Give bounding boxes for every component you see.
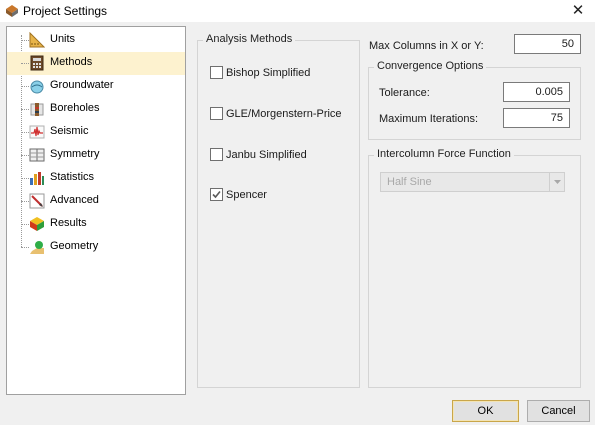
close-icon: ✕ — [571, 2, 585, 19]
symmetry-icon — [29, 148, 45, 162]
title-bar: Project Settings ✕ — [0, 0, 595, 22]
nav-label-geometry: Geometry — [50, 240, 99, 252]
bishop-simplified-checkbox[interactable] — [210, 66, 223, 79]
nav-item-methods[interactable]: Methods — [7, 52, 185, 75]
tolerance-label: Tolerance: — [379, 87, 430, 99]
results-icon — [30, 217, 44, 231]
spencer-label[interactable]: Spencer — [226, 189, 267, 201]
gle-morgenstern-price-label[interactable]: GLE/Morgenstern-Price — [226, 108, 342, 120]
statistics-icon — [30, 172, 44, 185]
janbu-simplified-checkbox[interactable] — [210, 148, 223, 161]
tree-branch — [21, 201, 29, 202]
analysis-methods-group — [197, 40, 360, 388]
max-iterations-input[interactable]: 75 — [503, 108, 570, 128]
tree-branch — [21, 224, 29, 225]
max-columns-input[interactable]: 50 — [514, 34, 581, 54]
units-icon — [29, 32, 45, 48]
nav-item-symmetry[interactable]: Symmetry — [7, 144, 185, 167]
nav-label-advanced: Advanced — [50, 194, 99, 206]
nav-item-seismic[interactable]: Seismic — [7, 121, 185, 144]
nav-item-units[interactable]: Units — [7, 29, 185, 52]
nav-item-advanced[interactable]: Advanced — [7, 190, 185, 213]
nav-label-seismic: Seismic — [50, 125, 89, 137]
app-icon — [6, 5, 18, 17]
nav-label-groundwater: Groundwater — [50, 79, 114, 91]
nav-item-geometry[interactable]: Geometry — [7, 236, 185, 259]
nav-label-boreholes: Boreholes — [50, 102, 100, 114]
geometry-icon — [30, 241, 44, 254]
spencer-checkbox[interactable] — [210, 188, 223, 201]
bishop-simplified-label[interactable]: Bishop Simplified — [226, 67, 310, 79]
ok-button[interactable]: OK — [452, 400, 519, 422]
dropdown-arrow[interactable] — [549, 173, 564, 191]
gle-morgenstern-price-checkbox[interactable] — [210, 107, 223, 120]
intercolumn-force-heading: Intercolumn Force Function — [374, 148, 514, 160]
max-columns-label: Max Columns in X or Y: — [369, 40, 484, 52]
advanced-icon — [29, 193, 45, 209]
convergence-options-group — [368, 67, 581, 140]
intercolumn-force-value: Half Sine — [387, 176, 432, 188]
nav-label-statistics: Statistics — [50, 171, 95, 183]
groundwater-icon — [30, 80, 44, 94]
tree-branch — [21, 132, 29, 133]
nav-label-symmetry: Symmetry — [50, 148, 100, 160]
analysis-methods-heading: Analysis Methods — [203, 33, 296, 45]
window-title: Project Settings — [23, 4, 108, 18]
tolerance-input[interactable]: 0.005 — [503, 82, 570, 102]
nav-item-results[interactable]: Results — [7, 213, 185, 236]
check-mark-icon — [212, 190, 221, 199]
settings-nav-tree: Units Methods Groundwater Boreholes Seis… — [6, 26, 186, 395]
convergence-options-heading: Convergence Options — [374, 60, 487, 72]
janbu-simplified-label[interactable]: Janbu Simplified — [226, 149, 307, 161]
intercolumn-force-dropdown[interactable]: Half Sine — [380, 172, 565, 192]
nav-label-units: Units — [50, 33, 76, 45]
nav-item-boreholes[interactable]: Boreholes — [7, 98, 185, 121]
nav-label-results: Results — [50, 217, 87, 229]
nav-label-methods: Methods — [50, 56, 93, 68]
tree-branch — [21, 155, 29, 156]
tree-branch — [21, 63, 29, 64]
cancel-button[interactable]: Cancel — [527, 400, 590, 422]
methods-icon — [30, 55, 44, 71]
nav-item-groundwater[interactable]: Groundwater — [7, 75, 185, 98]
chevron-down-icon — [554, 180, 561, 184]
boreholes-icon — [30, 103, 44, 116]
nav-item-statistics[interactable]: Statistics — [7, 167, 185, 190]
max-iterations-label: Maximum Iterations: — [379, 113, 479, 125]
close-button[interactable]: ✕ — [561, 0, 595, 22]
tree-branch — [21, 109, 29, 110]
seismic-icon — [29, 125, 45, 139]
tree-branch — [21, 178, 29, 179]
tree-branch — [21, 247, 29, 248]
tree-branch — [21, 40, 29, 41]
tree-branch — [21, 86, 29, 87]
